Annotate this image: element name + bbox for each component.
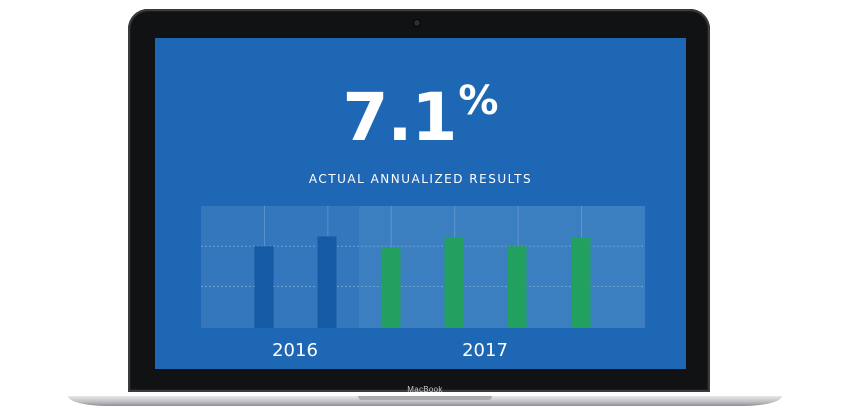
bar-2017-3 <box>507 246 527 328</box>
bar-2016-2 <box>317 236 337 328</box>
camera-icon <box>414 20 420 26</box>
bar-2016-1 <box>254 246 274 328</box>
bar-2017-2 <box>444 237 464 328</box>
brand-label: MacBook <box>407 385 443 394</box>
bar-2017-4 <box>571 237 591 328</box>
plot-panel-right <box>359 206 645 328</box>
laptop-screen: 7.1% ACTUAL ANNUALIZED RESULTS 2016 2017 <box>155 38 686 369</box>
group-label-2017: 2017 <box>462 340 508 361</box>
group-label-2016: 2016 <box>272 340 318 361</box>
bar-chart: 2016 2017 <box>201 206 645 361</box>
bar-2017-1 <box>381 247 401 328</box>
laptop-mockup: 7.1% ACTUAL ANNUALIZED RESULTS 2016 2017 … <box>0 0 850 416</box>
laptop-base-notch <box>358 396 492 400</box>
